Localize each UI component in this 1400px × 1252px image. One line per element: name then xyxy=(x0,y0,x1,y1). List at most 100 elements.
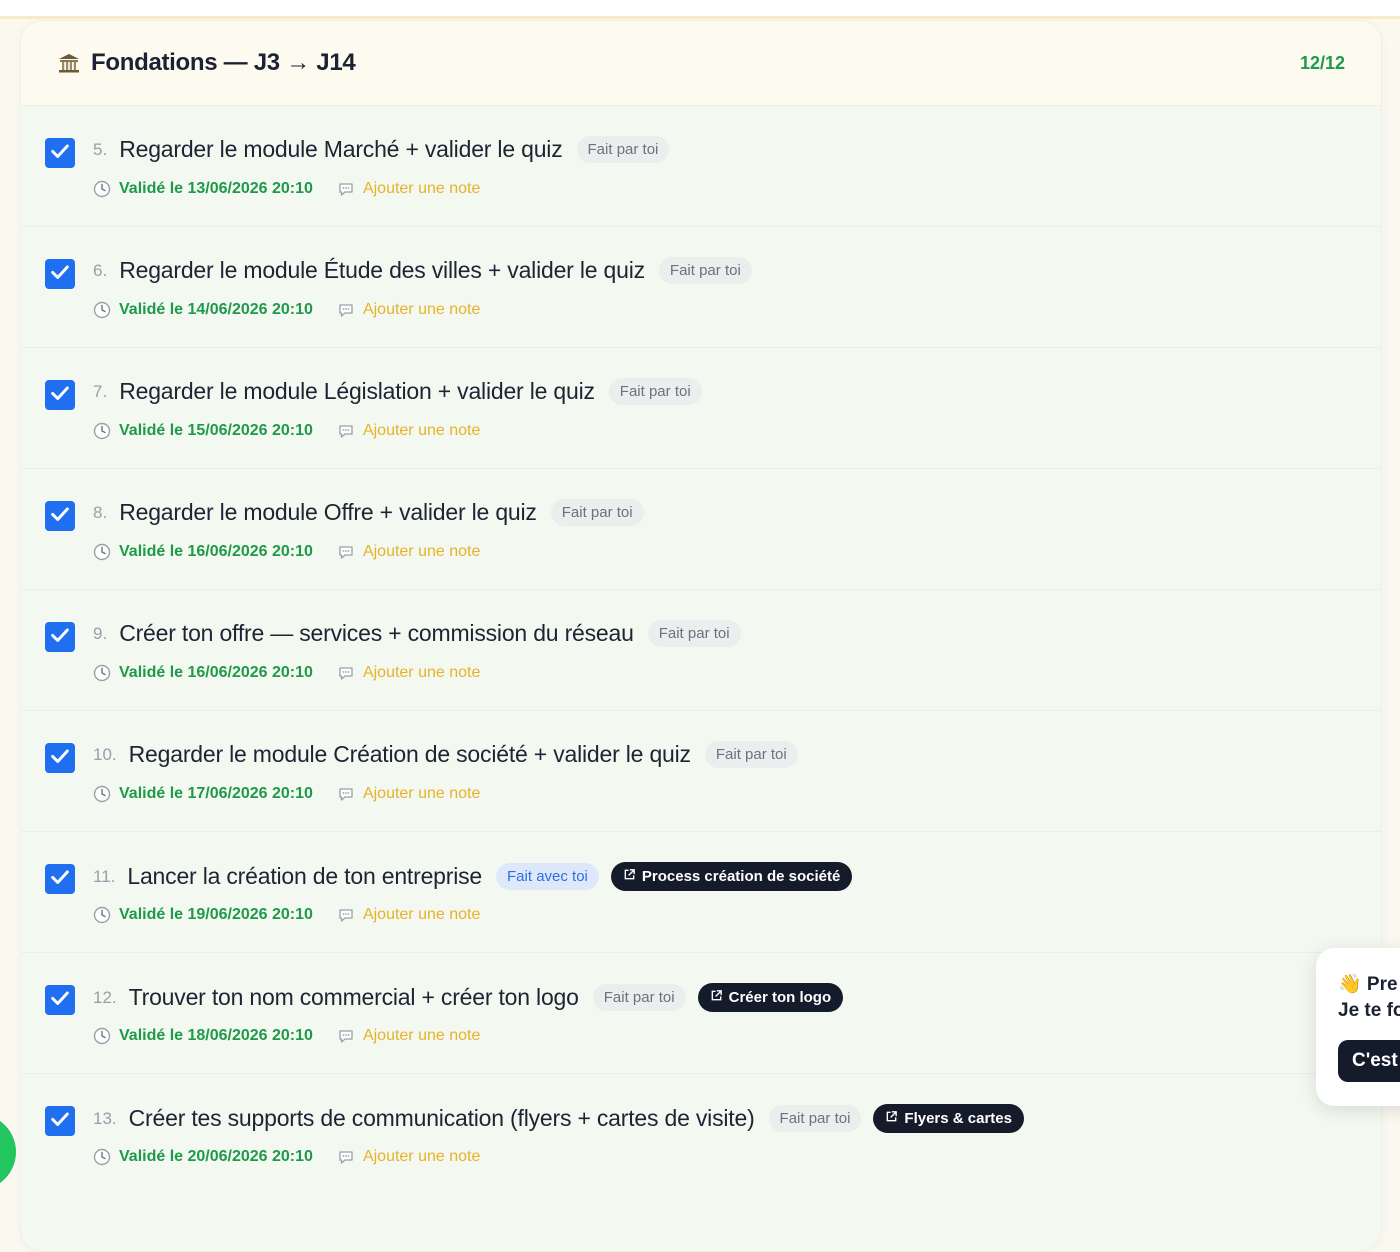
checkmark-icon xyxy=(49,624,71,651)
task-checkbox[interactable] xyxy=(45,259,75,289)
add-note-link[interactable]: Ajouter une note xyxy=(363,906,480,924)
add-note-link[interactable]: Ajouter une note xyxy=(363,785,480,803)
comment-icon xyxy=(337,785,355,803)
task-resource-label: Process création de société xyxy=(641,868,841,885)
validated-date: Validé le 18/06/2026 20:10 xyxy=(119,1027,313,1044)
clock-icon xyxy=(93,543,111,561)
task-number: 5. xyxy=(93,139,108,159)
validated-date: Validé le 13/06/2026 20:10 xyxy=(119,180,313,197)
checkmark-icon xyxy=(49,503,71,530)
validated-date: Validé le 14/06/2026 20:10 xyxy=(119,301,313,318)
checkmark-icon xyxy=(49,745,71,772)
task-item: 5. Regarder le module Marché + valider l… xyxy=(21,106,1381,227)
task-resource-label: Créer ton logo xyxy=(728,989,832,1006)
task-list: 5. Regarder le module Marché + valider l… xyxy=(21,106,1381,1194)
add-note-link[interactable]: Ajouter une note xyxy=(363,301,480,319)
top-bar xyxy=(0,0,1400,19)
task-item: 12. Trouver ton nom commercial + créer t… xyxy=(21,953,1381,1074)
section-title: Fondations — J3 → J14 xyxy=(91,49,356,76)
welcome-popup: 👋 Pre Je te fo C'est xyxy=(1316,948,1400,1106)
task-number: 13. xyxy=(93,1108,117,1128)
task-item: 9. Créer ton offre — services + commissi… xyxy=(21,590,1381,711)
external-link-icon xyxy=(710,989,723,1006)
add-note-link[interactable]: Ajouter une note xyxy=(363,1027,480,1045)
task-title: Regarder le module Marché + valider le q… xyxy=(119,136,563,162)
checkmark-icon xyxy=(49,1108,71,1135)
task-title: Lancer la création de ton entreprise xyxy=(127,863,483,889)
task-title: Créer ton offre — services + commission … xyxy=(119,620,634,646)
clock-icon xyxy=(93,422,111,440)
task-checkbox[interactable] xyxy=(45,743,75,773)
task-title: Regarder le module Législation + valider… xyxy=(119,378,595,404)
task-title: Trouver ton nom commercial + créer ton l… xyxy=(128,984,579,1010)
add-note-link[interactable]: Ajouter une note xyxy=(363,543,480,561)
clock-icon xyxy=(93,1148,111,1166)
task-resource-link[interactable]: Créer ton logo xyxy=(697,983,844,1012)
task-checkbox[interactable] xyxy=(45,138,75,168)
task-owner-badge: Fait par toi xyxy=(704,741,798,768)
task-owner-badge: Fait par toi xyxy=(768,1105,862,1132)
checkmark-icon xyxy=(49,261,71,288)
clock-icon xyxy=(93,785,111,803)
comment-icon xyxy=(337,906,355,924)
validated-date: Validé le 20/06/2026 20:10 xyxy=(119,1148,313,1165)
checkmark-icon xyxy=(49,866,71,893)
checkmark-icon xyxy=(49,987,71,1014)
task-checkbox[interactable] xyxy=(45,985,75,1015)
task-title: Créer tes supports de communication (fly… xyxy=(128,1105,755,1131)
comment-icon xyxy=(337,664,355,682)
clock-icon xyxy=(93,301,111,319)
checkmark-icon xyxy=(49,382,71,409)
comment-icon xyxy=(337,1027,355,1045)
bank-icon xyxy=(57,51,81,75)
task-number: 11. xyxy=(93,866,116,886)
task-owner-badge: Fait par toi xyxy=(576,136,670,163)
validated-date: Validé le 16/06/2026 20:10 xyxy=(119,664,313,681)
clock-icon xyxy=(93,906,111,924)
task-checkbox[interactable] xyxy=(45,1106,75,1136)
clock-icon xyxy=(93,1027,111,1045)
task-resource-label: Flyers & cartes xyxy=(904,1110,1012,1127)
task-resource-link[interactable]: Flyers & cartes xyxy=(873,1104,1024,1133)
comment-icon xyxy=(337,422,355,440)
task-owner-badge: Fait par toi xyxy=(658,257,752,284)
task-number: 10. xyxy=(93,744,117,764)
task-item: 11. Lancer la création de ton entreprise… xyxy=(21,832,1381,953)
task-checkbox[interactable] xyxy=(45,864,75,894)
task-owner-badge: Fait par toi xyxy=(647,620,741,647)
add-note-link[interactable]: Ajouter une note xyxy=(363,1148,480,1166)
external-link-icon xyxy=(623,868,636,885)
chat-fab-button[interactable] xyxy=(0,1114,16,1190)
progress-count: 12/12 xyxy=(1299,52,1345,73)
add-note-link[interactable]: Ajouter une note xyxy=(363,664,480,682)
task-owner-badge: Fait par toi xyxy=(550,499,644,526)
task-owner-badge: Fait avec toi xyxy=(496,863,599,890)
comment-icon xyxy=(337,301,355,319)
popup-message: Je te fo xyxy=(1338,1000,1400,1021)
external-link-icon xyxy=(885,1110,898,1127)
add-note-link[interactable]: Ajouter une note xyxy=(363,180,480,198)
section-header[interactable]: Fondations — J3 → J14 12/12 xyxy=(21,21,1381,106)
task-number: 7. xyxy=(93,381,108,401)
task-checkbox[interactable] xyxy=(45,622,75,652)
task-number: 12. xyxy=(93,987,117,1007)
clock-icon xyxy=(93,664,111,682)
clock-icon xyxy=(93,180,111,198)
task-item: 8. Regarder le module Offre + valider le… xyxy=(21,469,1381,590)
task-item: 13. Créer tes supports de communication … xyxy=(21,1074,1381,1194)
checkmark-icon xyxy=(49,140,71,167)
validated-date: Validé le 15/06/2026 20:10 xyxy=(119,422,313,439)
task-checkbox[interactable] xyxy=(45,501,75,531)
popup-button[interactable]: C'est xyxy=(1338,1040,1400,1082)
add-note-link[interactable]: Ajouter une note xyxy=(363,422,480,440)
task-item: 6. Regarder le module Étude des villes +… xyxy=(21,227,1381,348)
task-number: 9. xyxy=(93,623,108,643)
task-checkbox[interactable] xyxy=(45,380,75,410)
task-resource-link[interactable]: Process création de société xyxy=(610,862,853,891)
task-number: 6. xyxy=(93,260,108,280)
task-item: 10. Regarder le module Création de socié… xyxy=(21,711,1381,832)
validated-date: Validé le 16/06/2026 20:10 xyxy=(119,543,313,560)
section-card: Fondations — J3 → J14 12/12 5. Regarder … xyxy=(20,20,1382,1252)
task-item: 7. Regarder le module Législation + vali… xyxy=(21,348,1381,469)
comment-icon xyxy=(337,543,355,561)
